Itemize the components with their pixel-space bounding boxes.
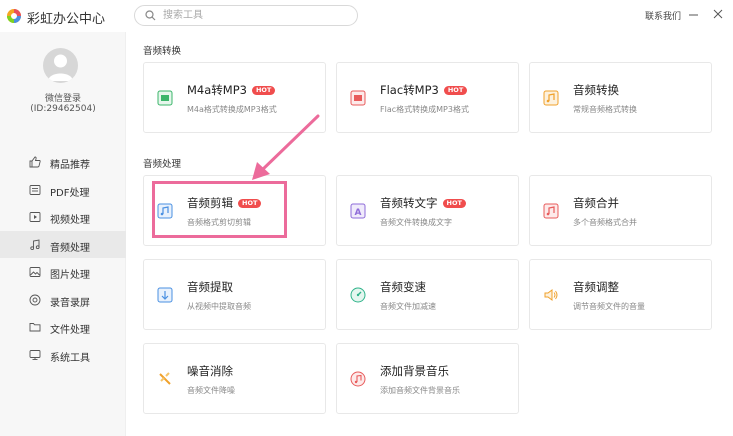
card-audio-cut[interactable]: 音频剪辑 HOT 音频格式剪切剪辑 bbox=[143, 175, 326, 246]
sidebar-item-recommend[interactable]: 精品推荐 bbox=[0, 148, 126, 176]
card-title: 噪音消除 bbox=[187, 364, 233, 378]
card-description: 音频文件加减速 bbox=[380, 302, 436, 311]
close-icon[interactable] bbox=[710, 6, 726, 22]
login-link[interactable]: 微信登录 bbox=[0, 91, 126, 104]
sidebar: 微信登录 (ID:29462504) 精品推荐 PDF处理 视频处理 音频处理 … bbox=[0, 32, 126, 436]
avatar[interactable] bbox=[43, 48, 78, 83]
card-title: 音频提取 bbox=[187, 280, 233, 294]
pdf-icon bbox=[29, 184, 41, 195]
sidebar-item-label: 音频处理 bbox=[50, 242, 90, 254]
sidebar-nav: 精品推荐 PDF处理 视频处理 音频处理 图片处理 录音录屏 文件处理 系统工具 bbox=[0, 148, 126, 368]
annotation-arrow-icon bbox=[252, 114, 320, 180]
search-icon bbox=[145, 10, 156, 21]
section-title-convert: 音频转换 bbox=[143, 46, 182, 57]
section-title-process: 音频处理 bbox=[143, 159, 182, 170]
card-title: 音频变速 bbox=[380, 280, 426, 294]
card-description: 多个音频格式合并 bbox=[573, 218, 637, 227]
thumbs-up-icon bbox=[29, 156, 41, 168]
card-title: Flac转MP3 bbox=[380, 83, 439, 97]
sidebar-item-label: 视频处理 bbox=[50, 215, 90, 226]
sidebar-item-audio[interactable]: 音频处理 bbox=[0, 230, 126, 258]
video-icon bbox=[29, 212, 41, 222]
image-icon bbox=[29, 267, 41, 277]
hot-badge: HOT bbox=[442, 199, 466, 208]
flac-file-icon bbox=[350, 90, 366, 106]
card-description: 添加音频文件背景音乐 bbox=[380, 386, 460, 395]
m4a-file-icon bbox=[157, 90, 173, 106]
card-description: 音频文件转换成文字 bbox=[380, 218, 452, 227]
card-flac-to-mp3[interactable]: Flac转MP3 HOT Flac格式转换成MP3格式 bbox=[336, 62, 519, 133]
speed-icon bbox=[350, 287, 366, 303]
card-audio-merge[interactable]: 音频合并 多个音频格式合并 bbox=[529, 175, 712, 246]
noise-removal-icon bbox=[159, 372, 171, 385]
hot-badge: HOT bbox=[443, 86, 468, 95]
sidebar-item-video[interactable]: 视频处理 bbox=[0, 203, 126, 231]
card-description: 常规音频格式转换 bbox=[573, 105, 637, 114]
sidebar-item-label: 文件处理 bbox=[50, 325, 90, 336]
svg-text:A: A bbox=[355, 208, 362, 218]
audio-convert-icon bbox=[543, 90, 559, 106]
search-box[interactable] bbox=[134, 5, 358, 26]
add-music-icon bbox=[350, 371, 366, 387]
card-title: 音频转换 bbox=[573, 83, 619, 97]
hot-badge: HOT bbox=[251, 86, 276, 95]
sidebar-item-label: 精品推荐 bbox=[50, 160, 90, 171]
sidebar-item-label: 图片处理 bbox=[50, 270, 90, 281]
sidebar-item-label: PDF处理 bbox=[50, 187, 90, 199]
sidebar-item-pdf[interactable]: PDF处理 bbox=[0, 176, 126, 204]
volume-icon bbox=[544, 289, 558, 301]
card-title: 音频调整 bbox=[573, 280, 619, 294]
audio-cut-icon bbox=[157, 203, 173, 219]
audio-extract-icon bbox=[157, 287, 173, 303]
card-title: 添加背景音乐 bbox=[380, 364, 449, 378]
user-icon bbox=[48, 54, 73, 81]
card-title: 音频转文字 bbox=[380, 196, 438, 210]
search-input[interactable] bbox=[163, 8, 343, 23]
card-audio-speed[interactable]: 音频变速 音频文件加减速 bbox=[336, 259, 519, 330]
record-icon bbox=[29, 294, 41, 305]
card-description: 调节音频文件的音量 bbox=[573, 302, 645, 311]
card-description: 音频文件降噪 bbox=[187, 386, 235, 395]
minimize-icon[interactable] bbox=[686, 6, 702, 22]
sidebar-item-label: 系统工具 bbox=[50, 352, 90, 364]
rainbow-logo-icon bbox=[7, 9, 21, 23]
card-audio-convert[interactable]: 音频转换 常规音频格式转换 bbox=[529, 62, 712, 133]
card-title: 音频合并 bbox=[573, 196, 619, 210]
sidebar-item-system[interactable]: 系统工具 bbox=[0, 341, 126, 369]
card-description: 从视频中提取音频 bbox=[187, 302, 251, 311]
folder-icon bbox=[29, 323, 41, 332]
contact-us-link[interactable]: 联系我们 bbox=[645, 9, 681, 22]
card-audio-volume[interactable]: 音频调整 调节音频文件的音量 bbox=[529, 259, 712, 330]
system-icon bbox=[29, 349, 41, 360]
card-add-bgm[interactable]: 添加背景音乐 添加音频文件背景音乐 bbox=[336, 343, 519, 414]
card-description: 音频格式剪切剪辑 bbox=[187, 218, 251, 227]
hot-badge: HOT bbox=[238, 199, 262, 208]
music-icon bbox=[30, 238, 40, 250]
card-noise-removal[interactable]: 噪音消除 音频文件降噪 bbox=[143, 343, 326, 414]
sidebar-item-image[interactable]: 图片处理 bbox=[0, 258, 126, 286]
audio-to-text-icon: A bbox=[350, 203, 366, 219]
sidebar-item-label: 录音录屏 bbox=[50, 297, 90, 309]
sidebar-item-record[interactable]: 录音录屏 bbox=[0, 286, 126, 314]
audio-merge-icon bbox=[543, 203, 559, 219]
title-bar: 彩虹办公中心 联系我们 bbox=[0, 0, 733, 32]
card-title: M4a转MP3 bbox=[187, 83, 247, 97]
card-description: Flac格式转换成MP3格式 bbox=[380, 105, 469, 114]
app-title: 彩虹办公中心 bbox=[27, 12, 106, 27]
card-audio-to-text[interactable]: A 音频转文字 HOT 音频文件转换成文字 bbox=[336, 175, 519, 246]
sidebar-item-file[interactable]: 文件处理 bbox=[0, 313, 126, 341]
user-id: (ID:29462504) bbox=[30, 104, 96, 114]
card-audio-extract[interactable]: 音频提取 从视频中提取音频 bbox=[143, 259, 326, 330]
card-title: 音频剪辑 bbox=[187, 196, 233, 210]
